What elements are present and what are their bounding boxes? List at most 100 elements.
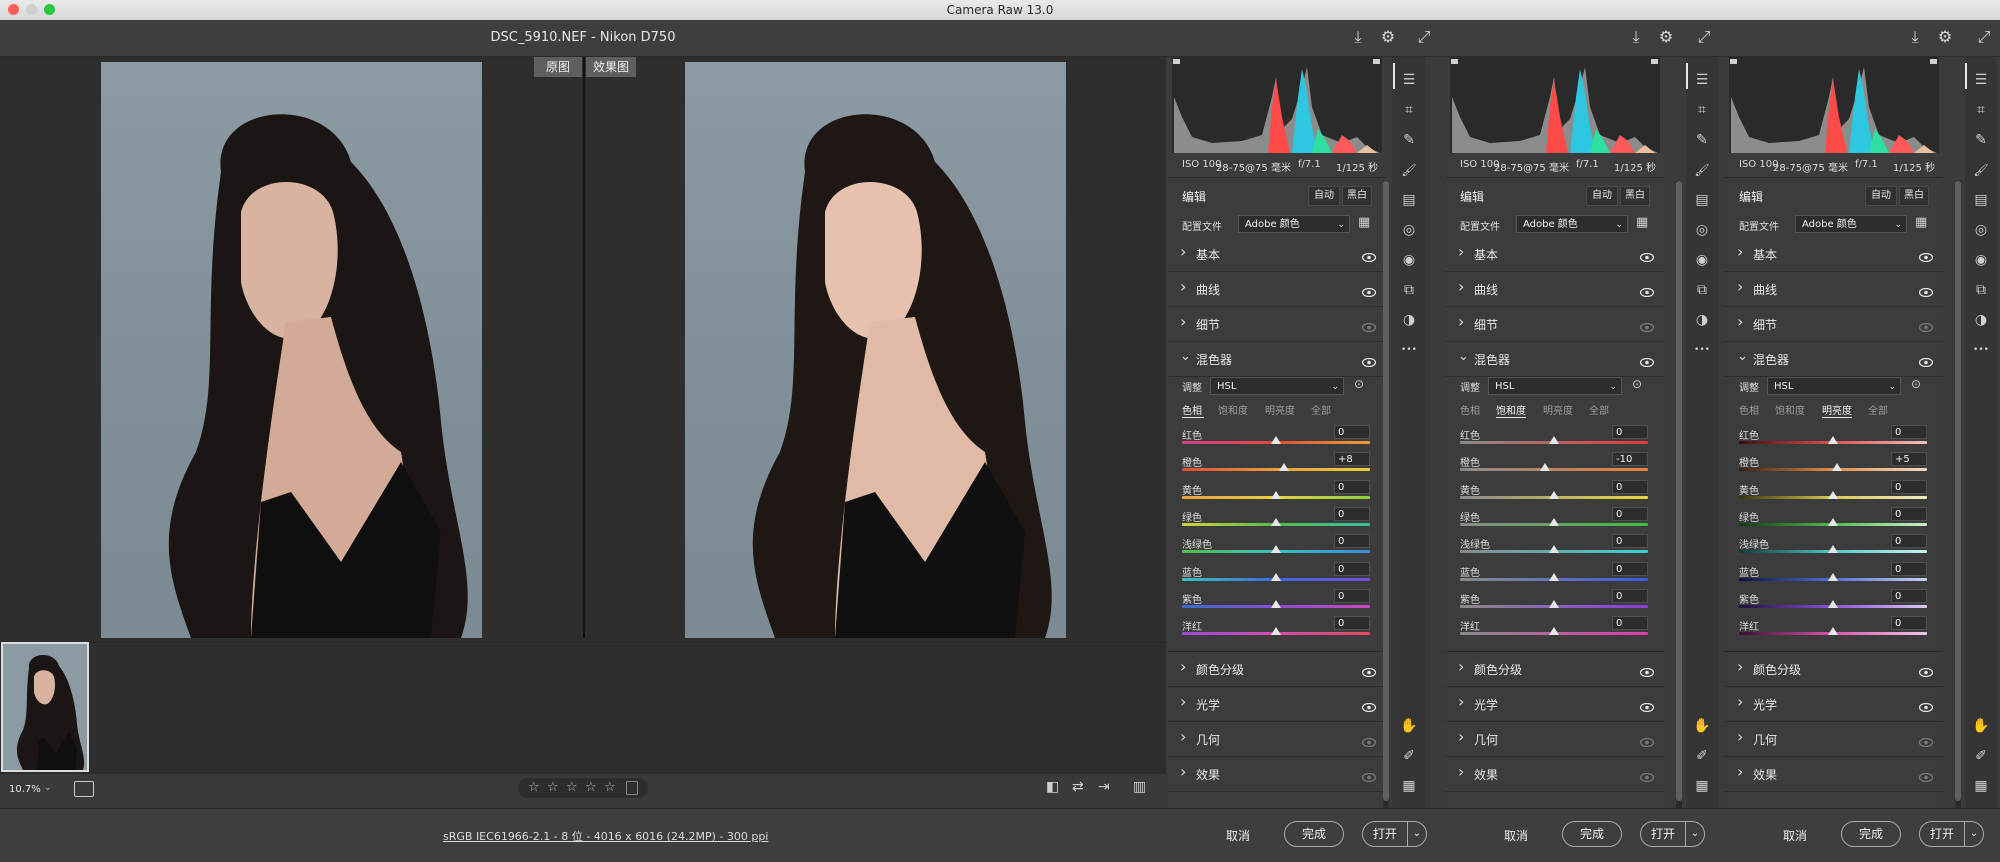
- slider-handle[interactable]: [1549, 490, 1559, 499]
- eye-icon[interactable]: [1918, 317, 1934, 333]
- trash-icon[interactable]: [626, 781, 638, 795]
- highlight-clipping-icon[interactable]: [1930, 59, 1937, 64]
- star-icon[interactable]: ☆: [604, 780, 616, 795]
- eye-icon[interactable]: [1361, 282, 1377, 298]
- targeted-adjustment-icon[interactable]: ⊙: [1632, 377, 1642, 391]
- presets-icon[interactable]: ⧉: [1972, 281, 1990, 299]
- presets-icon[interactable]: ⧉: [1400, 281, 1418, 299]
- gradient-icon[interactable]: ▤: [1400, 191, 1418, 209]
- scrollbar-thumb[interactable]: [1676, 181, 1682, 801]
- crop-icon[interactable]: ⌗: [1693, 101, 1711, 119]
- panel-section[interactable]: › 颜色分级: [1446, 652, 1664, 688]
- eyedropper-icon[interactable]: ✐: [1972, 747, 1990, 765]
- workflow-options-link[interactable]: sRGB IEC61966-2.1 - 8 位 - 4016 x 6016 (2…: [443, 828, 768, 844]
- slider-handle[interactable]: [1549, 436, 1559, 444]
- tab-hue[interactable]: 色相: [1182, 402, 1202, 417]
- slider-handle[interactable]: [1271, 545, 1281, 554]
- eye-icon[interactable]: [1639, 247, 1655, 263]
- panel-section[interactable]: ⌄ 混色器: [1168, 342, 1386, 377]
- panel-section[interactable]: › 曲线: [1446, 272, 1664, 307]
- slider-handle[interactable]: [1271, 627, 1281, 636]
- slider-handle[interactable]: [1539, 463, 1550, 472]
- image-stack-icon[interactable]: [74, 781, 94, 797]
- slider-value-input[interactable]: 0: [1334, 534, 1370, 549]
- cancel-button[interactable]: 取消: [1783, 827, 1807, 844]
- panel-section[interactable]: › 几何: [1446, 722, 1664, 758]
- grid-icon[interactable]: ▦: [1400, 777, 1418, 795]
- radial-icon[interactable]: ◎: [1693, 221, 1711, 239]
- more-icon[interactable]: •••: [1400, 341, 1418, 359]
- brush-icon[interactable]: 🖌: [1972, 161, 1990, 179]
- panel-section[interactable]: › 光学: [1446, 687, 1664, 723]
- expand-icon[interactable]: ⤢: [1414, 27, 1434, 47]
- done-button[interactable]: 完成: [1841, 821, 1901, 847]
- slider-value-input[interactable]: 0: [1891, 479, 1927, 494]
- eyedropper-icon[interactable]: ✐: [1693, 747, 1711, 765]
- slider-handle[interactable]: [1828, 572, 1838, 581]
- copy-settings-icon[interactable]: ⇥: [1098, 779, 1110, 795]
- slider-handle[interactable]: [1278, 463, 1289, 472]
- slider-handle[interactable]: [1828, 627, 1838, 636]
- tab-all[interactable]: 全部: [1868, 402, 1888, 417]
- zoom-chevron-icon[interactable]: ⌄: [44, 783, 52, 793]
- panel-scrollbar[interactable]: [1955, 181, 1961, 808]
- shadow-clipping-icon[interactable]: [1173, 59, 1180, 64]
- snapshots-icon[interactable]: ◑: [1400, 311, 1418, 329]
- profile-browser-icon[interactable]: ▦: [1636, 215, 1648, 230]
- eye-icon[interactable]: [1918, 767, 1934, 783]
- adjust-select[interactable]: HSL ⌄: [1767, 377, 1901, 395]
- snapshots-icon[interactable]: ◑: [1693, 311, 1711, 329]
- open-button[interactable]: 打开: [1362, 821, 1408, 847]
- slider-handle[interactable]: [1828, 545, 1838, 554]
- eye-icon[interactable]: [1918, 662, 1934, 678]
- edit-sliders-icon[interactable]: ☰: [1972, 71, 1990, 89]
- gradient-icon[interactable]: ▤: [1972, 191, 1990, 209]
- panel-section[interactable]: › 效果: [1168, 757, 1386, 793]
- save-icon[interactable]: ⤓: [1905, 27, 1925, 47]
- eyedropper-icon[interactable]: ✐: [1400, 747, 1418, 765]
- highlight-clipping-icon[interactable]: [1651, 59, 1658, 64]
- panel-section[interactable]: › 光学: [1725, 687, 1943, 723]
- eye-icon[interactable]: [1361, 697, 1377, 713]
- star-icon[interactable]: ☆: [566, 780, 578, 795]
- auto-button[interactable]: 自动: [1586, 186, 1618, 206]
- slider-handle[interactable]: [1549, 545, 1559, 554]
- presets-icon[interactable]: ⧉: [1693, 281, 1711, 299]
- slider-handle[interactable]: [1828, 517, 1838, 526]
- slider-value-input[interactable]: 0: [1612, 588, 1648, 603]
- more-icon[interactable]: •••: [1693, 341, 1711, 359]
- edit-sliders-icon[interactable]: ☰: [1400, 71, 1418, 89]
- profile-select[interactable]: Adobe 颜色 ⌄: [1516, 215, 1628, 233]
- healing-icon[interactable]: ✎: [1972, 131, 1990, 149]
- done-button[interactable]: 完成: [1284, 821, 1344, 847]
- panel-section[interactable]: › 基本: [1725, 237, 1943, 272]
- profile-select[interactable]: Adobe 颜色 ⌄: [1238, 215, 1350, 233]
- slider-track[interactable]: [1460, 468, 1648, 472]
- red-eye-icon[interactable]: ◉: [1972, 251, 1990, 269]
- shadow-clipping-icon[interactable]: [1730, 59, 1737, 64]
- slider-value-input[interactable]: 0: [1334, 616, 1370, 631]
- scrollbar-thumb[interactable]: [1955, 181, 1961, 801]
- red-eye-icon[interactable]: ◉: [1693, 251, 1711, 269]
- crop-icon[interactable]: ⌗: [1400, 101, 1418, 119]
- slider-value-input[interactable]: 0: [1334, 588, 1370, 603]
- open-button[interactable]: 打开: [1919, 821, 1965, 847]
- slider-value-input[interactable]: 0: [1612, 616, 1648, 631]
- before-after-view-icon[interactable]: ◧: [1046, 779, 1059, 795]
- open-button[interactable]: 打开: [1640, 821, 1686, 847]
- slider-handle[interactable]: [1831, 463, 1842, 472]
- slider-value-input[interactable]: 0: [1891, 588, 1927, 603]
- panel-section[interactable]: › 光学: [1168, 687, 1386, 723]
- eye-icon[interactable]: [1361, 732, 1377, 748]
- expand-icon[interactable]: ⤢: [1694, 27, 1714, 47]
- profile-browser-icon[interactable]: ▦: [1915, 215, 1927, 230]
- slider-handle[interactable]: [1828, 436, 1838, 444]
- cancel-button[interactable]: 取消: [1226, 827, 1250, 844]
- hand-icon[interactable]: ✋: [1400, 717, 1418, 735]
- slider-handle[interactable]: [1828, 599, 1838, 608]
- eye-icon[interactable]: [1639, 732, 1655, 748]
- tab-luminance[interactable]: 明亮度: [1543, 402, 1573, 417]
- tab-luminance[interactable]: 明亮度: [1822, 402, 1852, 417]
- swap-icon[interactable]: ⇄: [1072, 779, 1084, 795]
- slider-value-input[interactable]: 0: [1891, 616, 1927, 631]
